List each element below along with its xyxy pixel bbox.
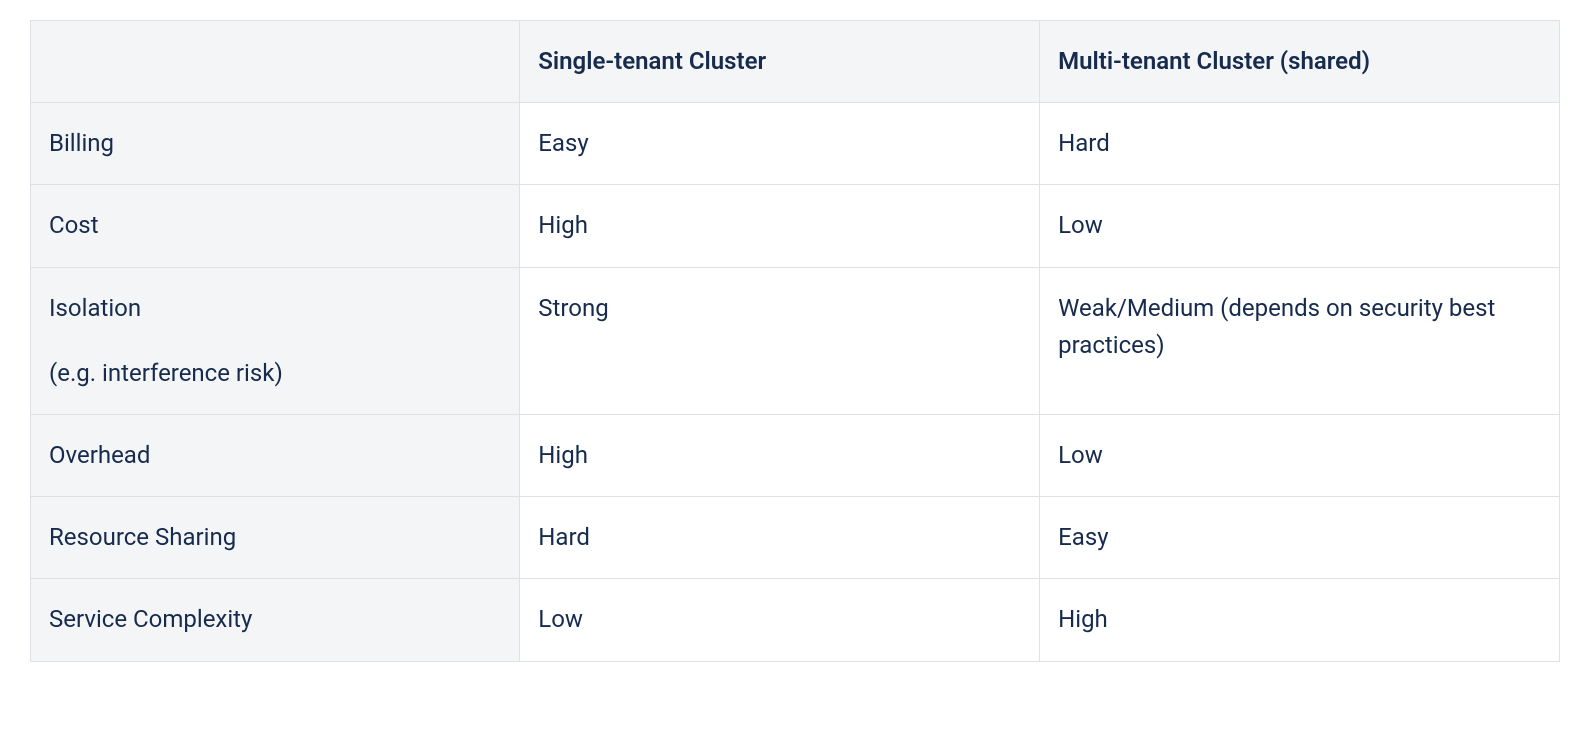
cell-multi-tenant: Weak/Medium (depends on security best pr… [1040, 267, 1560, 414]
row-label: Billing [31, 103, 520, 185]
header-empty [31, 21, 520, 103]
cell-single-tenant: Strong [520, 267, 1040, 414]
cell-single-tenant: High [520, 414, 1040, 496]
table-row: Cost HighLow [31, 185, 1560, 267]
row-label-text: Billing [49, 129, 114, 157]
table-row: Resource Sharing HardEasy [31, 497, 1560, 579]
header-multi-tenant: Multi-tenant Cluster (shared) [1040, 21, 1560, 103]
row-label-text: Resource Sharing [49, 523, 236, 551]
cell-single-tenant: Low [520, 579, 1040, 661]
table-row: Billing EasyHard [31, 103, 1560, 185]
cell-multi-tenant: Hard [1040, 103, 1560, 185]
row-label: Cost [31, 185, 520, 267]
row-label: Resource Sharing [31, 497, 520, 579]
table-row: Overhead HighLow [31, 414, 1560, 496]
cell-single-tenant: Easy [520, 103, 1040, 185]
comparison-table: Single-tenant Cluster Multi-tenant Clust… [30, 20, 1560, 662]
cell-single-tenant: Hard [520, 497, 1040, 579]
cell-single-tenant: High [520, 185, 1040, 267]
table-body: BillingEasyHardCostHighLowIsolation(e.g.… [31, 103, 1560, 661]
header-single-tenant: Single-tenant Cluster [520, 21, 1040, 103]
row-label-text: Cost [49, 211, 99, 239]
table-header-row: Single-tenant Cluster Multi-tenant Clust… [31, 21, 1560, 103]
table-row: Isolation (e.g. interference risk) StrongW… [31, 267, 1560, 414]
row-label: Service Complexity [31, 579, 520, 661]
cell-multi-tenant: Low [1040, 414, 1560, 496]
row-label-text: Overhead [49, 441, 150, 469]
table-row: Service Complexity LowHigh [31, 579, 1560, 661]
cell-multi-tenant: Low [1040, 185, 1560, 267]
row-label-text: Service Complexity [49, 605, 252, 633]
cell-multi-tenant: Easy [1040, 497, 1560, 579]
row-label: Overhead [31, 414, 520, 496]
row-label: Isolation (e.g. interference risk) [31, 267, 520, 414]
cell-multi-tenant: High [1040, 579, 1560, 661]
row-label-text: Isolation [49, 294, 141, 322]
row-sublabel-text: (e.g. interference risk) [49, 355, 501, 392]
